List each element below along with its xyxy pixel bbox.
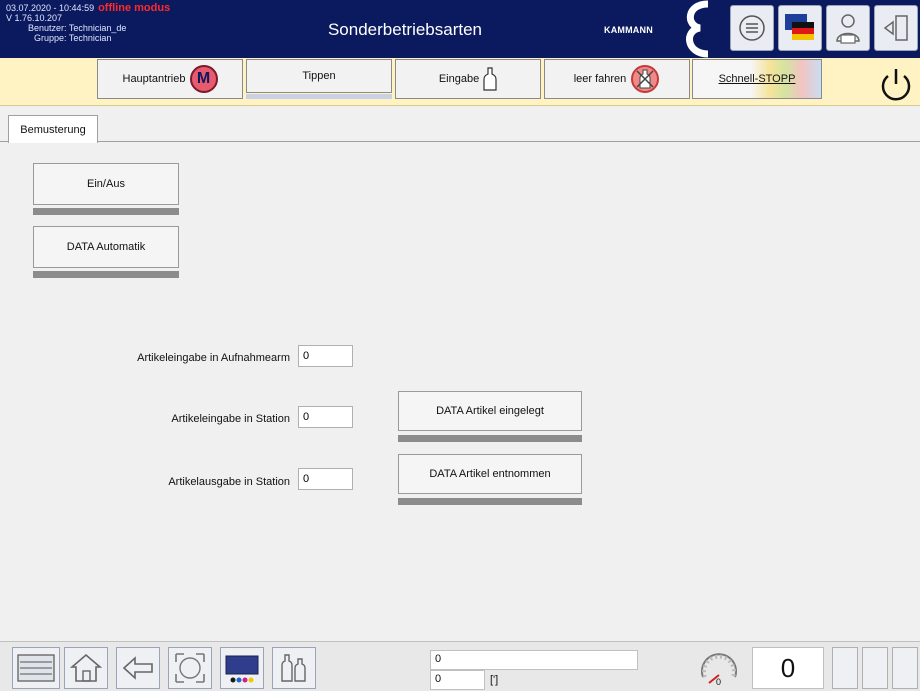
brand-name: KAMMANN [604, 25, 653, 35]
quick-stop-button[interactable]: Schnell-STOPP [692, 59, 822, 99]
article-output-station-label: Artikelausgabe in Station [168, 476, 290, 488]
status-field-1: 0 [430, 650, 638, 670]
bottle-icon [483, 67, 497, 91]
main-drive-label: Hauptantrieb [122, 73, 186, 85]
version: V 1.76.10.207 [6, 13, 63, 23]
menu-button[interactable] [730, 5, 774, 51]
data-article-removed-button[interactable]: DATA Artikel entnommen [398, 454, 582, 494]
home-button[interactable] [64, 647, 108, 689]
menu-icon [739, 15, 765, 41]
header-bar: 03.07.2020 - 10:44:59 offline modus V 1.7… [0, 0, 920, 58]
input-label: Eingabe [438, 73, 480, 85]
fullscreen-button[interactable] [168, 647, 212, 689]
main-drive-button[interactable]: Hauptantrieb M [97, 59, 243, 99]
bottom-bar: 0 0 ['] 0 0 [0, 641, 920, 691]
article-input-arm-label: Artikeleingabe in Aufnahmearm [137, 352, 290, 364]
speed-gauge: 0 [695, 647, 743, 689]
jog-button[interactable]: Tippen [246, 59, 392, 93]
input-button[interactable]: Eingabe [395, 59, 541, 99]
data-article-removed-label: DATA Artikel entnommen [429, 468, 551, 480]
function-bar: Hauptantrieb M Tippen Eingabe leer fahre… [0, 58, 920, 106]
data-article-inserted-button[interactable]: DATA Artikel eingelegt [398, 391, 582, 431]
data-automatic-status-bar [33, 271, 179, 278]
data-article-removed-status-bar [398, 498, 582, 505]
offline-mode-indicator: offline modus [98, 2, 171, 14]
jog-active-indicator [246, 94, 392, 99]
ink-button[interactable] [220, 647, 264, 689]
article-output-station-field[interactable] [298, 468, 353, 490]
language-button[interactable] [778, 5, 822, 51]
machine-overview-button[interactable] [12, 647, 60, 689]
data-automatic-button[interactable]: DATA Automatik [33, 226, 179, 268]
status-slot-1 [832, 647, 858, 689]
empty-run-label: leer fahren [573, 73, 627, 85]
on-off-button[interactable]: Ein/Aus [33, 163, 179, 205]
article-input-station-field[interactable] [298, 406, 353, 428]
quick-stop-label: Schnell-STOPP [718, 73, 796, 85]
page-title: Sonderbetriebsarten [327, 20, 483, 39]
bottles-icon [281, 654, 306, 682]
session-info: 03.07.2020 - 10:44:59 offline modus V 1.7… [6, 2, 171, 44]
empty-run-button[interactable]: leer fahren [544, 59, 690, 99]
on-off-status-bar [33, 208, 179, 215]
logout-button[interactable] [874, 5, 918, 51]
user-name: Benutzer: Technician_de [28, 23, 127, 33]
tab-row: Bemusterung [0, 107, 920, 143]
expand-icon [175, 653, 205, 683]
status-unit: ['] [490, 674, 499, 686]
motor-icon: M [189, 65, 218, 93]
data-article-inserted-label: DATA Artikel eingelegt [436, 405, 544, 417]
exit-icon [883, 15, 908, 41]
tab-label: Bemusterung [20, 123, 86, 136]
power-icon[interactable] [876, 66, 916, 106]
bottles-button[interactable] [272, 647, 316, 689]
status-slot-2 [862, 647, 888, 689]
article-input-arm-field[interactable] [298, 345, 353, 367]
back-button[interactable] [116, 647, 160, 689]
machine-icon [17, 654, 55, 682]
data-automatic-label: DATA Automatik [66, 241, 146, 253]
status-field-2: 0 [430, 670, 485, 690]
arrow-left-icon [122, 656, 153, 680]
counter-display: 0 [752, 647, 824, 689]
user-icon [836, 14, 860, 44]
gauge-value: 0 [716, 677, 722, 687]
user-login-button[interactable] [826, 5, 870, 51]
data-article-inserted-status-bar [398, 435, 582, 442]
jog-label: Tippen [302, 70, 336, 82]
printer-ink-icon [225, 655, 259, 683]
user-group: Gruppe: Technician [34, 33, 112, 43]
brand-logo-icon [686, 0, 709, 58]
status-slot-3 [892, 647, 918, 689]
datetime: 03.07.2020 - 10:44:59 [6, 3, 95, 13]
tab-bemusterung[interactable]: Bemusterung [8, 115, 98, 143]
no-bottle-icon [631, 65, 660, 93]
article-input-station-label: Artikeleingabe in Station [171, 413, 290, 425]
german-flag-icon [785, 14, 814, 40]
home-icon [69, 653, 103, 682]
on-off-label: Ein/Aus [87, 178, 125, 190]
